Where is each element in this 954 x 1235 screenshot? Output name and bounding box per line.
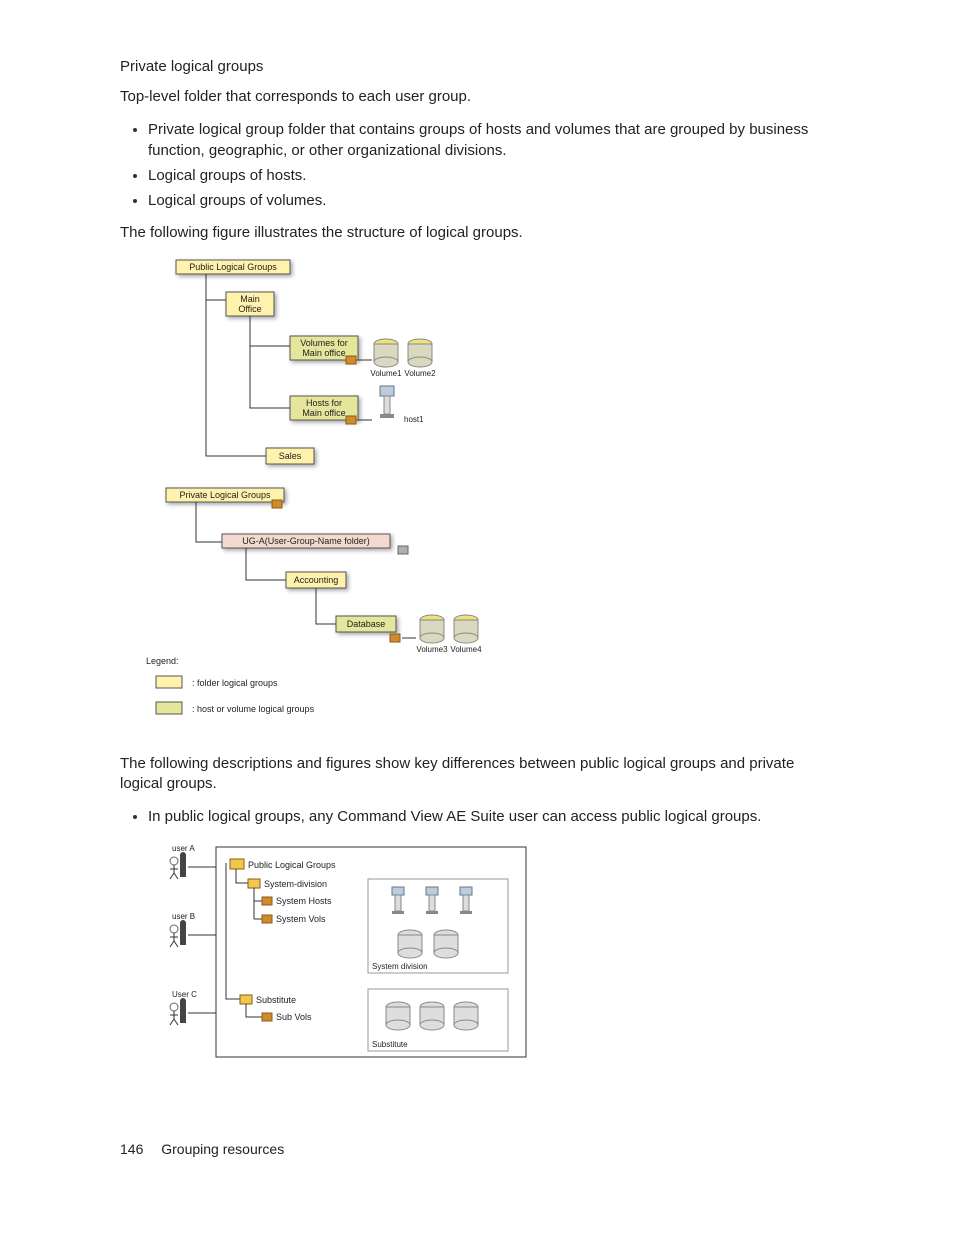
logical-groups-diagram: Public Logical Groups Main Office Volume…	[136, 256, 834, 736]
list-item: Logical groups of volumes.	[148, 190, 834, 211]
label-main: Main	[240, 294, 260, 304]
label-user-c: User C	[172, 990, 197, 999]
label-database: Database	[347, 619, 386, 629]
label-group2: Substitute	[372, 1040, 408, 1049]
cylinder-icon	[420, 615, 444, 643]
bullet-list-1: Private logical group folder that contai…	[120, 119, 834, 211]
figure-lead-para: The following figure illustrates the str…	[120, 223, 834, 243]
label-volume4: Volume4	[450, 645, 482, 654]
label-pub: Public Logical Groups	[248, 860, 336, 870]
user-icon	[170, 998, 186, 1025]
document-page: Private logical groups Top-level folder …	[0, 0, 954, 1235]
label-volume1: Volume1	[370, 369, 402, 378]
label-sub-vols: Sub Vols	[276, 1012, 312, 1022]
host-icon	[426, 887, 438, 914]
label-group1: System division	[372, 962, 428, 971]
cylinder-icon	[398, 930, 422, 958]
legend-title: Legend:	[146, 656, 179, 666]
label-private-logical-groups: Private Logical Groups	[179, 490, 271, 500]
label-volumes-for: Volumes for	[300, 338, 348, 348]
label-sys-hosts: System Hosts	[276, 896, 332, 906]
list-item: In public logical groups, any Command Vi…	[148, 806, 834, 827]
label-main-office-sub2: Main office	[302, 408, 345, 418]
page-number: 146	[120, 1141, 143, 1157]
label-sys-div: System-division	[264, 879, 327, 889]
user-icon	[170, 920, 186, 947]
footer-title: Grouping resources	[161, 1141, 284, 1157]
label-office: Office	[238, 304, 261, 314]
label-user-b: user B	[172, 912, 195, 921]
legend-hostvol: : host or volume logical groups	[192, 704, 315, 714]
cylinder-icon	[454, 615, 478, 643]
bullet-list-2: In public logical groups, any Command Vi…	[120, 806, 834, 827]
user-access-diagram: user A user B User C	[136, 839, 834, 1069]
label-ug-a: UG-A(User-Group-Name folder)	[242, 536, 370, 546]
cylinder-icon	[434, 930, 458, 958]
label-substitute: Substitute	[256, 995, 296, 1005]
label-sales: Sales	[279, 451, 302, 461]
user-icon	[170, 852, 186, 879]
section-heading: Private logical groups	[120, 58, 834, 75]
list-item: Private logical group folder that contai…	[148, 119, 834, 161]
after-figure-para: The following descriptions and figures s…	[120, 754, 834, 795]
label-volume2: Volume2	[404, 369, 436, 378]
label-host1: host1	[404, 415, 424, 424]
label-user-a: user A	[172, 844, 195, 853]
label-volume3: Volume3	[416, 645, 448, 654]
intro-para: Top-level folder that corresponds to eac…	[120, 87, 834, 107]
label-accounting: Accounting	[294, 575, 339, 585]
label-public-logical-groups: Public Logical Groups	[189, 262, 277, 272]
cylinder-icon	[454, 1002, 478, 1030]
label-main-office-sub: Main office	[302, 348, 345, 358]
cylinder-icon	[374, 339, 398, 367]
list-item: Logical groups of hosts.	[148, 165, 834, 186]
host-icon	[460, 887, 472, 914]
legend-folder: : folder logical groups	[192, 678, 278, 688]
host-icon	[380, 386, 394, 418]
label-sys-vols: System Vols	[276, 914, 326, 924]
cylinder-icon	[386, 1002, 410, 1030]
cylinder-icon	[420, 1002, 444, 1030]
page-footer: 146 Grouping resources	[120, 1141, 284, 1157]
cylinder-icon	[408, 339, 432, 367]
host-icon	[392, 887, 404, 914]
label-hosts-for: Hosts for	[306, 398, 342, 408]
